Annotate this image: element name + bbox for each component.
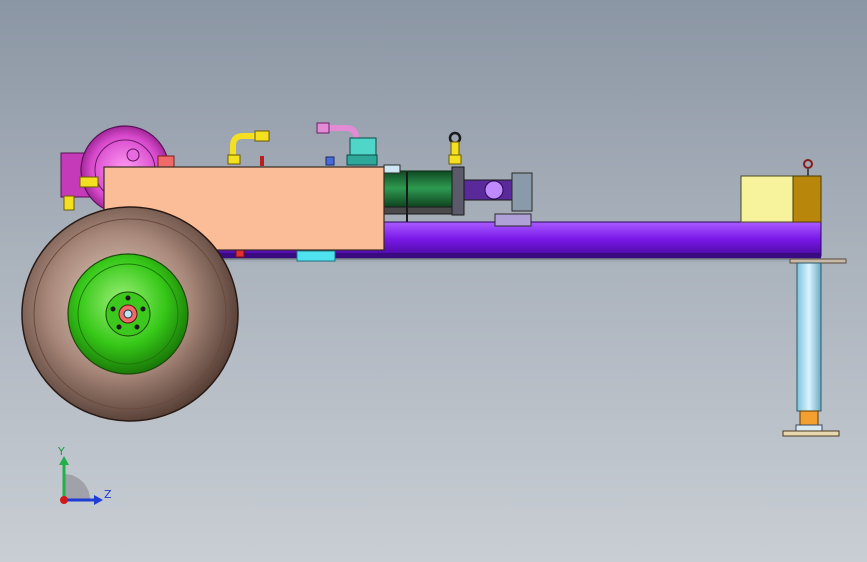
cad-viewport[interactable]: Y Z (0, 0, 867, 562)
z-axis-label: Z (104, 488, 112, 501)
red-marker (235, 249, 245, 258)
cyan-bracket (296, 250, 336, 262)
hydraulic-cylinder[interactable] (383, 164, 533, 227)
x-axis-dot (60, 496, 68, 504)
jack-stand[interactable] (782, 258, 847, 437)
coordinate-triad: Y Z (57, 445, 112, 505)
y-axis-label: Y (57, 445, 65, 458)
end-block[interactable] (740, 159, 822, 223)
model-drawing: Y Z (21, 122, 847, 505)
wheel[interactable] (21, 206, 239, 422)
